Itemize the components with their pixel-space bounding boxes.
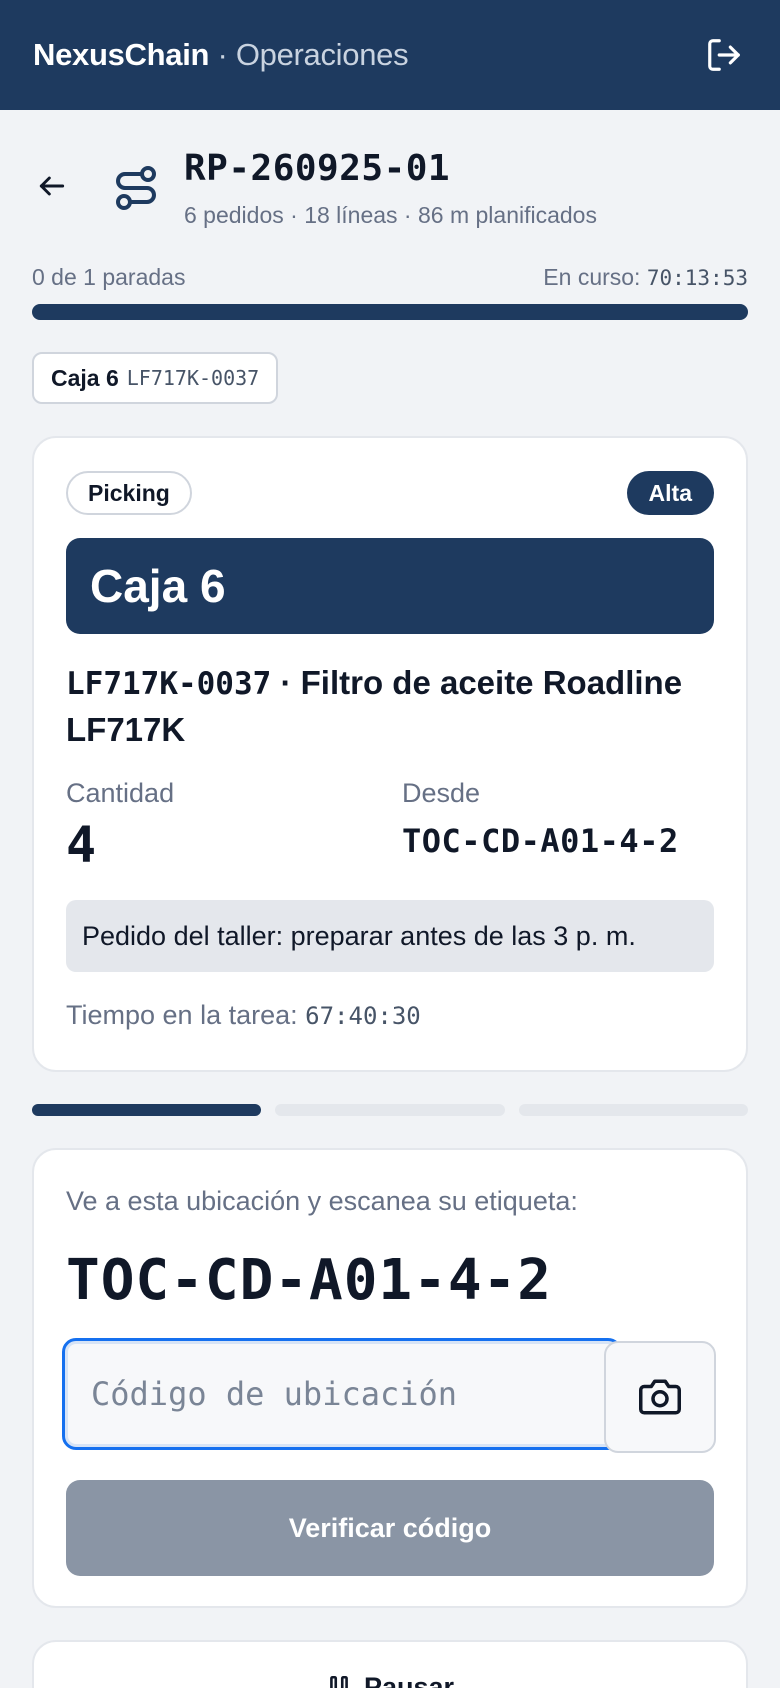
step-indicator <box>32 1104 748 1116</box>
box-chip-label: Caja 6 <box>51 364 119 391</box>
route-meta: 6 pedidos · 18 líneas · 86 m planificado… <box>184 202 597 228</box>
route-icon <box>116 166 156 210</box>
back-button[interactable] <box>32 166 72 206</box>
elapsed-time: En curso: 70:13:53 <box>543 264 748 291</box>
order-note: Pedido del taller: preparar antes de las… <box>66 900 714 972</box>
task-time: Tiempo en la tarea: 67:40:30 <box>66 1000 421 1031</box>
camera-scan-button[interactable] <box>604 1341 716 1453</box>
top-bar: NexusChain · Operaciones <box>0 0 780 110</box>
product-code: LF717K-0037 <box>66 666 272 702</box>
logout-button[interactable] <box>702 33 746 77</box>
verify-code-button[interactable]: Verificar código <box>66 1480 714 1576</box>
task-time-label: Tiempo en la tarea: <box>66 1000 298 1030</box>
box-chip-code: LF717K-0037 <box>126 366 260 390</box>
pause-label: Pausar <box>363 1672 455 1688</box>
box-chip[interactable]: Caja 6 LF717K-0037 <box>32 352 279 404</box>
status-badge: Picking <box>66 471 192 515</box>
target-location: TOC-CD-A01-4-2 <box>66 1248 553 1313</box>
progress-info: 0 de 1 paradas En curso: 70:13:53 <box>32 264 748 294</box>
progress-bar <box>32 304 748 320</box>
from-label: Desde <box>402 778 481 808</box>
elapsed-value: 70:13:53 <box>646 266 748 290</box>
step-segment <box>275 1104 505 1116</box>
step-segment <box>518 1104 748 1116</box>
brand: NexusChain · Operaciones <box>33 37 409 73</box>
step-segment <box>32 1104 262 1116</box>
quantity-value: 4 <box>66 816 97 874</box>
brand-name: NexusChain <box>33 37 210 72</box>
camera-icon <box>639 1379 681 1415</box>
scan-card: Ve a esta ubicación y escanea su etiquet… <box>32 1148 748 1608</box>
logout-icon <box>708 39 740 71</box>
location-code-input[interactable] <box>62 1338 622 1450</box>
route-header: RP-260925-01 6 pedidos · 18 líneas · 86 … <box>0 140 780 240</box>
brand-section: Operaciones <box>235 37 409 72</box>
scan-instruction: Ve a esta ubicación y escanea su etiquet… <box>66 1186 578 1216</box>
product-title: LF717K-0037 · Filtro de aceite Roadline … <box>66 660 706 753</box>
brand-separator: · <box>209 37 236 72</box>
stops-count: 0 de 1 paradas <box>32 264 186 290</box>
pause-button[interactable]: Pausar <box>32 1640 748 1688</box>
route-code: RP-260925-01 <box>184 148 451 189</box>
pause-icon <box>330 1675 348 1688</box>
priority-badge: Alta <box>626 471 714 515</box>
box-title: Caja 6 <box>66 538 714 634</box>
task-card: Picking Alta Caja 6 LF717K-0037 · Filtro… <box>32 436 748 1072</box>
elapsed-label: En curso: <box>543 264 641 290</box>
quantity-label: Cantidad <box>66 778 175 808</box>
arrow-left-icon <box>39 176 65 196</box>
task-time-value: 67:40:30 <box>305 1002 421 1030</box>
from-location: TOC-CD-A01-4-2 <box>402 822 679 860</box>
